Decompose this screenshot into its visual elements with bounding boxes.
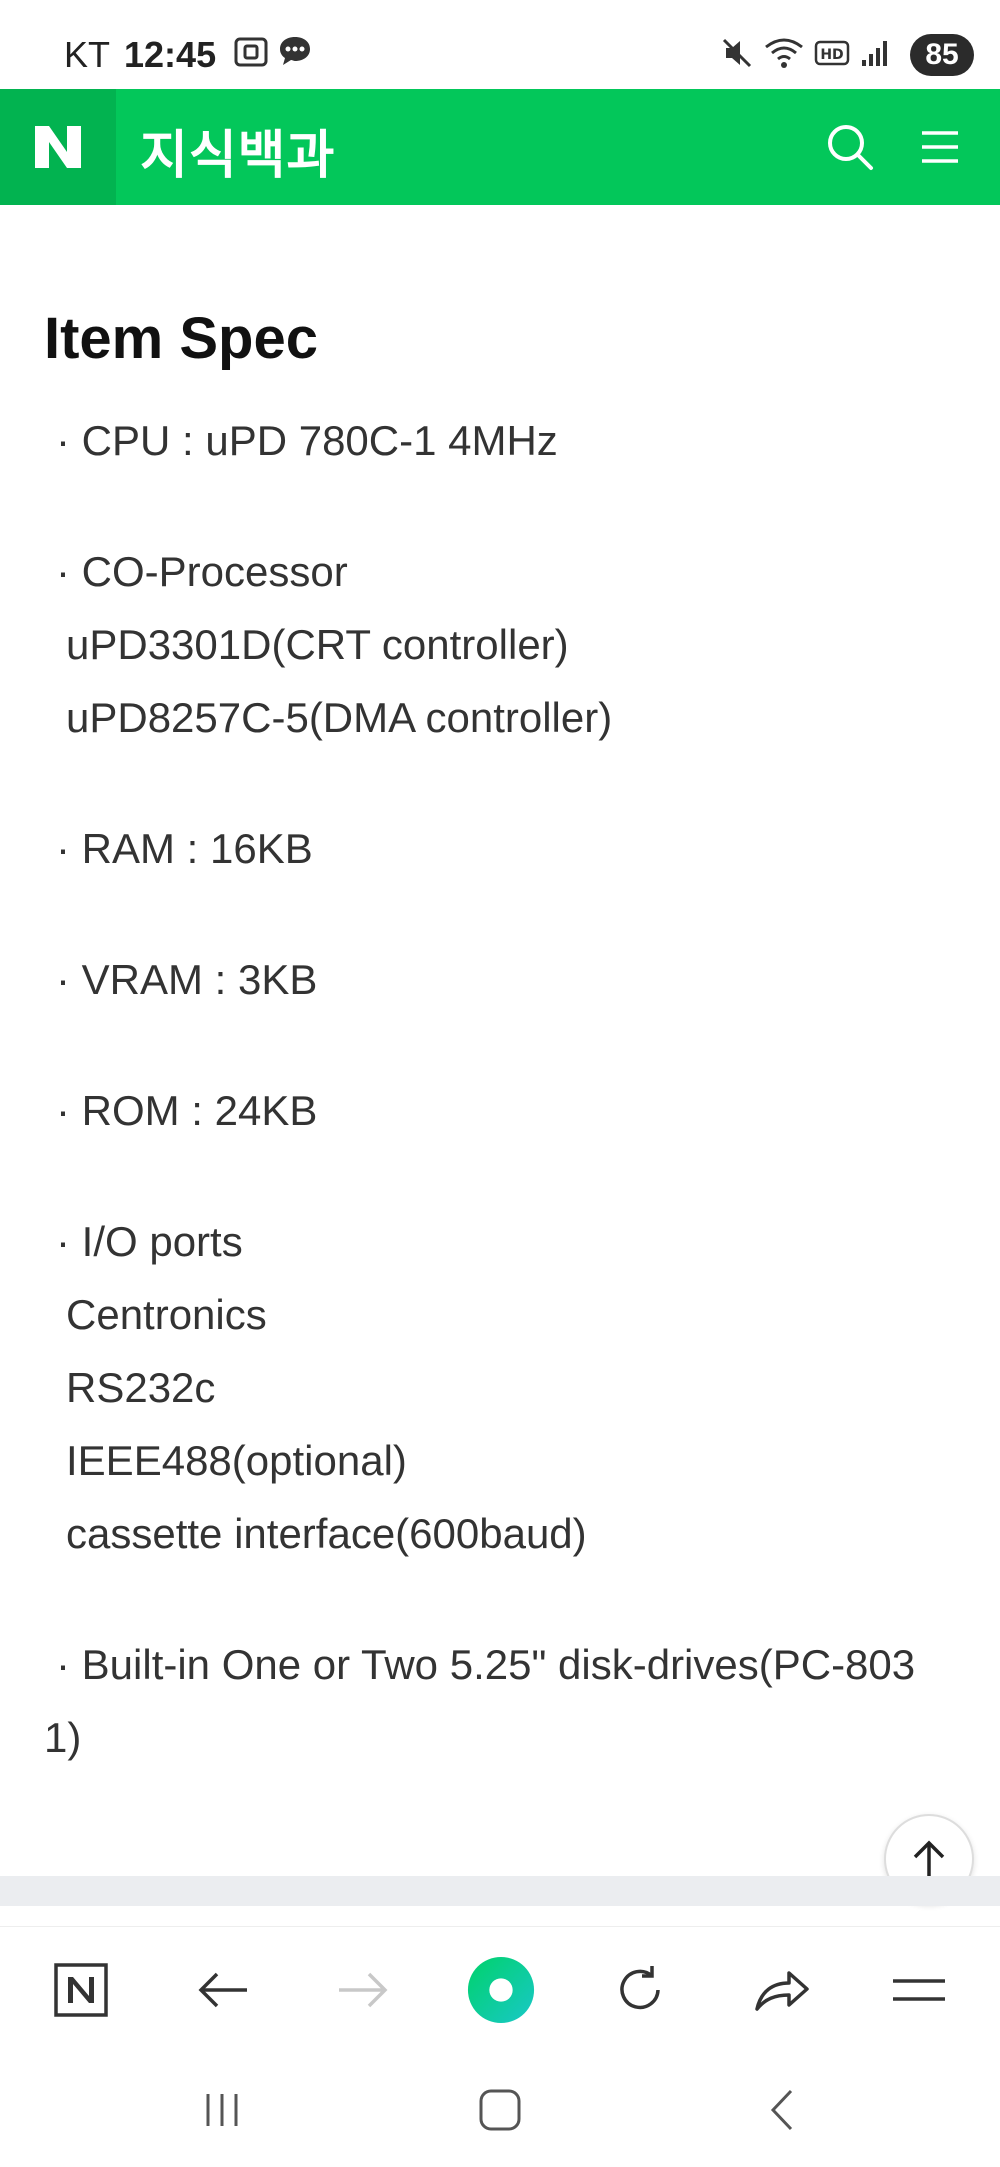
spec-coprocessor-dma: uPD8257C-5(DMA controller): [66, 694, 613, 741]
section-divider: [0, 1876, 1000, 1906]
wifi-icon: [764, 37, 804, 74]
clock: 12:45: [124, 34, 217, 75]
spec-ram: · RAM : 16KB: [56, 825, 313, 872]
back-arrow-icon: [198, 1972, 247, 2008]
carrier-label: KT: [64, 34, 111, 75]
arrow-up-icon: [913, 1840, 945, 1877]
share-icon: [755, 1971, 809, 2011]
home-button[interactable]: [470, 2082, 530, 2138]
home-icon: [479, 2089, 521, 2131]
app-header: 지식백과: [0, 89, 1000, 205]
spec-coprocessor-crt: uPD3301D(CRT controller): [66, 621, 569, 668]
spec-cpu: · CPU : uPD 780C-1 4MHz: [56, 417, 558, 464]
menu-button[interactable]: [884, 1955, 954, 2025]
page-title[interactable]: 지식백과: [140, 113, 335, 188]
spec-io-ieee488: IEEE488(optional): [66, 1437, 407, 1484]
recent-apps-button[interactable]: [192, 2082, 252, 2138]
back-nav-button[interactable]: [752, 2082, 812, 2138]
browser-toolbar: [0, 1926, 1000, 2052]
green-dot-button[interactable]: [466, 1955, 536, 2025]
status-right: HD 85: [720, 34, 974, 76]
search-icon: [828, 125, 873, 170]
naver-n-icon: [35, 126, 81, 168]
spec-vram: · VRAM : 3KB: [56, 956, 318, 1003]
spec-disk-drives-cont: 1): [44, 1714, 82, 1761]
spec-disk-drives: · Built-in One or Two 5.25" disk-drives(…: [56, 1641, 916, 1688]
menu-icon: [922, 131, 958, 163]
refresh-icon: [620, 1966, 660, 2010]
forward-button[interactable]: [328, 1955, 398, 2025]
naver-home-button[interactable]: [46, 1955, 116, 2025]
spec-io-ports: · I/O ports: [56, 1218, 243, 1265]
spec-io-rs232c: RS232c: [66, 1364, 216, 1411]
back-button[interactable]: [188, 1955, 258, 2025]
screenshot-icon: [234, 34, 268, 76]
refresh-button[interactable]: [605, 1955, 675, 2025]
share-button[interactable]: [746, 1955, 816, 2025]
spec-io-cassette: cassette interface(600baud): [66, 1510, 587, 1557]
mute-icon: [720, 36, 754, 75]
recent-apps-icon: [206, 2094, 238, 2126]
naver-logo[interactable]: [0, 89, 116, 205]
signal-icon: [860, 38, 890, 73]
back-icon: [770, 2089, 793, 2131]
battery-indicator: 85: [910, 34, 974, 76]
menu-icon: [893, 1979, 945, 2001]
spec-rom: · ROM : 24KB: [56, 1087, 318, 1134]
chat-icon: [278, 34, 312, 76]
system-nav-bar: [0, 2052, 1000, 2167]
spec-coprocessor: · CO-Processor: [56, 548, 348, 595]
spec-io-centronics: Centronics: [66, 1291, 267, 1338]
forward-arrow-icon: [339, 1972, 388, 2008]
status-left: KT 12:45: [64, 34, 322, 76]
search-button[interactable]: [820, 117, 880, 177]
green-dot-icon: [467, 1956, 535, 2024]
section-title: Item Spec: [44, 306, 318, 371]
menu-button[interactable]: [910, 117, 970, 177]
hd-icon: HD: [814, 39, 850, 72]
naver-home-icon: [54, 1963, 108, 2017]
status-bar: KT 12:45 HD 85: [0, 0, 1000, 89]
svg-text:HD: HD: [820, 47, 843, 63]
